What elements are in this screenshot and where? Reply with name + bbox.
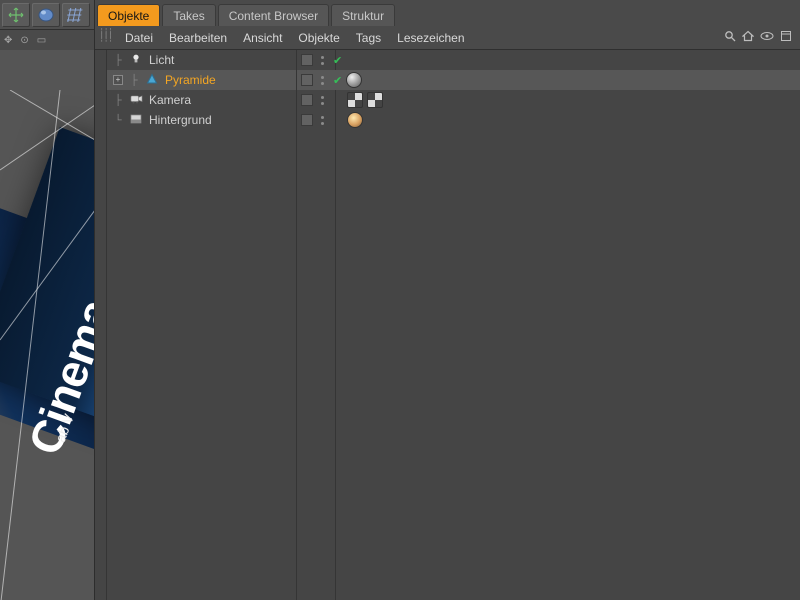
viewport[interactable]: Cinema ab V xyxy=(0,50,94,600)
tree-branch-icon: ├ xyxy=(129,75,139,86)
tree-branch-icon: └ xyxy=(113,115,123,126)
object-name-label: Hintergrund xyxy=(149,113,212,127)
camera-icon xyxy=(129,93,143,107)
search-icon[interactable] xyxy=(724,30,736,45)
misc-toggle-icon[interactable]: ▭ xyxy=(37,35,46,46)
tool-grid-icon[interactable] xyxy=(62,3,90,27)
menu-ansicht[interactable]: Ansicht xyxy=(235,26,290,50)
render-dots-icon[interactable] xyxy=(317,114,327,126)
object-row-pyramide[interactable]: + ├ Pyramide xyxy=(107,70,296,90)
tab-objekte[interactable]: Objekte xyxy=(97,4,160,26)
object-manager-menu-bar: ┊┊┊┊┊┊ Datei Bearbeiten Ansicht Objekte … xyxy=(95,26,800,50)
object-tree-column: ├ Licht + ├ Pyramide ├ xyxy=(107,50,297,600)
light-icon xyxy=(129,53,143,68)
tool-live-select-icon[interactable] xyxy=(32,3,60,27)
tree-branch-icon: ├ xyxy=(113,95,123,106)
axis-toggle-icon[interactable]: ✥ xyxy=(4,35,12,46)
tag-row-kamera xyxy=(297,90,800,110)
panel-menu-icon[interactable] xyxy=(780,30,792,45)
panel-grip-icon[interactable]: ┊┊┊┊┊┊ xyxy=(99,31,111,45)
left-column: ✥ ⊙ ▭ Cinema ab V xyxy=(0,0,95,600)
visibility-toggle[interactable] xyxy=(301,114,313,126)
left-toolbar xyxy=(0,0,94,30)
render-dots-icon[interactable] xyxy=(317,74,327,86)
visibility-toggle[interactable] xyxy=(301,94,313,106)
object-tags-column: ✔ ✔ xyxy=(297,50,800,600)
home-icon[interactable] xyxy=(742,30,754,45)
tag-row-pyramide: ✔ xyxy=(297,70,800,90)
enabled-check-icon[interactable]: ✔ xyxy=(333,74,342,87)
menu-objekte[interactable]: Objekte xyxy=(290,26,347,50)
snap-toggle-icon[interactable]: ⊙ xyxy=(20,35,28,46)
object-name-label: Licht xyxy=(149,53,174,67)
pyramid-icon xyxy=(145,73,159,88)
visibility-toggle[interactable] xyxy=(301,74,313,86)
menu-lesezeichen[interactable]: Lesezeichen xyxy=(389,26,472,50)
visibility-toggle[interactable] xyxy=(301,54,313,66)
tag-column-divider xyxy=(335,50,336,600)
tab-struktur[interactable]: Struktur xyxy=(331,4,395,26)
background-icon xyxy=(129,113,143,128)
eye-icon[interactable] xyxy=(760,30,774,45)
object-row-kamera[interactable]: ├ Kamera xyxy=(107,90,296,110)
menu-tags[interactable]: Tags xyxy=(348,26,389,50)
layer-stripe xyxy=(95,50,107,600)
compositing-tag-icon[interactable] xyxy=(367,92,383,108)
object-manager-panel: Objekte Takes Content Browser Struktur ┊… xyxy=(95,0,800,600)
object-row-hintergrund[interactable]: └ Hintergrund xyxy=(107,110,296,130)
render-dots-icon[interactable] xyxy=(317,94,327,106)
tab-content-browser[interactable]: Content Browser xyxy=(218,4,329,26)
menu-bearbeiten[interactable]: Bearbeiten xyxy=(161,26,235,50)
panel-tab-bar: Objekte Takes Content Browser Struktur xyxy=(95,0,800,26)
tag-row-hintergrund xyxy=(297,110,800,130)
object-manager-body: ├ Licht + ├ Pyramide ├ xyxy=(95,50,800,600)
expand-toggle-icon[interactable]: + xyxy=(113,75,123,85)
menu-datei[interactable]: Datei xyxy=(117,26,161,50)
tool-move-icon[interactable] xyxy=(2,3,30,27)
material-tag-icon[interactable] xyxy=(346,72,362,88)
tree-branch-icon: ├ xyxy=(113,55,123,66)
object-row-licht[interactable]: ├ Licht xyxy=(107,50,296,70)
render-dots-icon[interactable] xyxy=(317,54,327,66)
enabled-check-icon[interactable]: ✔ xyxy=(333,54,342,67)
object-name-label: Pyramide xyxy=(165,73,216,87)
tag-row-licht: ✔ xyxy=(297,50,800,70)
compositing-tag-icon[interactable] xyxy=(347,92,363,108)
left-toolbar-secondary: ✥ ⊙ ▭ xyxy=(0,30,94,50)
object-name-label: Kamera xyxy=(149,93,191,107)
tab-takes[interactable]: Takes xyxy=(162,4,215,26)
material-tag-icon[interactable] xyxy=(347,112,363,128)
